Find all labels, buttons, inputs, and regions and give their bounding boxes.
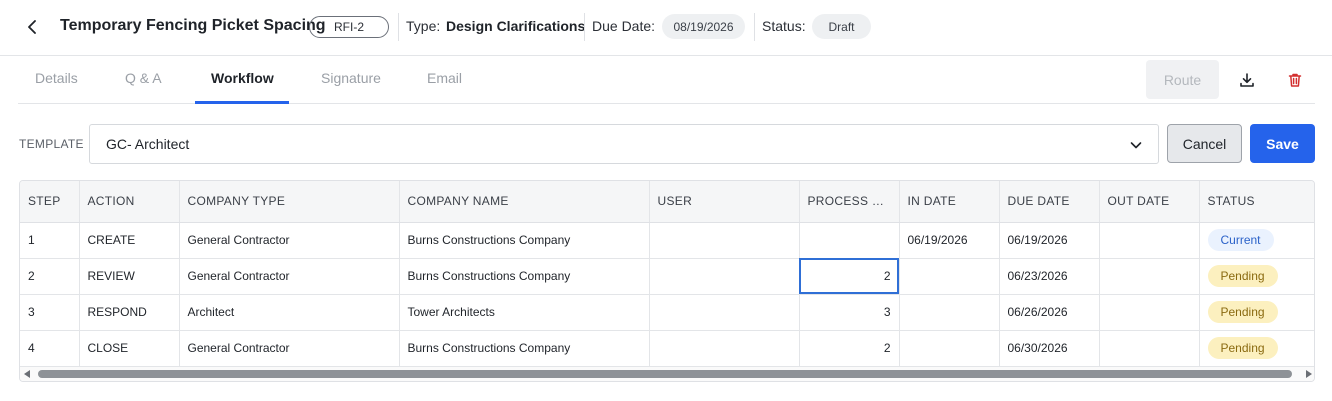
- cell-company-name[interactable]: Burns Constructions Company: [399, 222, 650, 259]
- column-header-due-date[interactable]: DUE DATE: [999, 181, 1100, 223]
- cell-out-date: [1099, 294, 1200, 331]
- table-row[interactable]: 3 RESPOND Architect Tower Architects 3 0…: [20, 294, 1314, 331]
- cell-out-date: [1099, 222, 1200, 259]
- cell-due-date: 06/30/2026: [999, 330, 1100, 367]
- status-badge: Pending: [1207, 301, 1278, 323]
- cell-user[interactable]: [649, 330, 800, 367]
- cell-user[interactable]: [649, 294, 800, 331]
- cell-action: REVIEW: [79, 258, 180, 295]
- cell-user[interactable]: [649, 222, 800, 259]
- cell-process-days[interactable]: 2: [799, 258, 900, 295]
- column-header-process-days[interactable]: PROCESS D...: [799, 181, 900, 223]
- cell-in-date: [899, 294, 1000, 331]
- cell-step: 1: [20, 222, 80, 259]
- cell-status: Pending: [1199, 258, 1314, 295]
- trash-icon: [1288, 73, 1302, 87]
- table-row[interactable]: 1 CREATE General Contractor Burns Constr…: [20, 222, 1314, 259]
- cell-company-name[interactable]: Burns Constructions Company: [399, 258, 650, 295]
- cell-company-type[interactable]: General Contractor: [179, 222, 400, 259]
- tab-signature[interactable]: Signature: [321, 70, 381, 86]
- download-button[interactable]: [1235, 68, 1259, 92]
- type-label: Type:: [406, 18, 441, 34]
- cell-company-name[interactable]: Tower Architects: [399, 294, 650, 331]
- column-header-status[interactable]: STATUS: [1199, 181, 1314, 223]
- page-title: Temporary Fencing Picket Spacing: [60, 17, 326, 34]
- tab-workflow[interactable]: Workflow: [211, 70, 274, 86]
- save-button[interactable]: Save: [1250, 124, 1315, 163]
- cell-status: Current: [1199, 222, 1314, 259]
- scroll-right-arrow-icon[interactable]: [1306, 370, 1312, 378]
- rfi-number-badge: RFI-2: [309, 16, 389, 38]
- status-chip: Draft: [812, 14, 871, 39]
- type-value: Design Clarifications: [446, 18, 586, 34]
- cancel-button[interactable]: Cancel: [1167, 124, 1242, 163]
- cell-action: RESPOND: [79, 294, 180, 331]
- scroll-left-arrow-icon[interactable]: [24, 370, 30, 378]
- delete-button[interactable]: [1283, 68, 1307, 92]
- header-divider: [398, 13, 399, 41]
- tab-details[interactable]: Details: [35, 70, 78, 86]
- scrollbar-thumb[interactable]: [38, 370, 1292, 378]
- status-badge: Pending: [1207, 265, 1278, 287]
- cell-in-date: [899, 258, 1000, 295]
- template-label: TEMPLATE: [19, 137, 84, 151]
- column-header-user[interactable]: USER: [649, 181, 800, 223]
- route-button[interactable]: Route: [1146, 60, 1219, 99]
- cell-status: Pending: [1199, 294, 1314, 331]
- due-date-chip: 08/19/2026: [662, 14, 745, 39]
- cell-step: 3: [20, 294, 80, 331]
- download-icon: [1240, 73, 1254, 87]
- column-header-out-date[interactable]: OUT DATE: [1099, 181, 1200, 223]
- column-header-company-type[interactable]: COMPANY TYPE: [179, 181, 400, 223]
- cell-due-date: 06/23/2026: [999, 258, 1100, 295]
- template-value: GC- Architect: [106, 136, 190, 152]
- cell-due-date: 06/26/2026: [999, 294, 1100, 331]
- column-header-company-name[interactable]: COMPANY NAME: [399, 181, 650, 223]
- cell-process-days[interactable]: 3: [799, 294, 900, 331]
- cell-company-name[interactable]: Burns Constructions Company: [399, 330, 650, 367]
- cell-process-days[interactable]: [799, 222, 900, 259]
- cell-out-date: [1099, 330, 1200, 367]
- due-date-label: Due Date:: [592, 18, 656, 34]
- cell-in-date: 06/19/2026: [899, 222, 1000, 259]
- active-tab-indicator: [195, 101, 289, 104]
- workflow-table: STEP ACTION COMPANY TYPE COMPANY NAME US…: [19, 180, 1315, 382]
- page-header: Temporary Fencing Picket Spacing RFI-2 T…: [0, 0, 1332, 56]
- cell-action: CREATE: [79, 222, 180, 259]
- cell-action: CLOSE: [79, 330, 180, 367]
- status-badge: Pending: [1207, 337, 1278, 359]
- tab-q-and-a[interactable]: Q & A: [125, 70, 162, 86]
- status-badge: Current: [1207, 229, 1274, 251]
- back-button[interactable]: [22, 16, 44, 38]
- cell-due-date: 06/19/2026: [999, 222, 1100, 259]
- cell-company-type[interactable]: Architect: [179, 294, 400, 331]
- cell-company-type[interactable]: General Contractor: [179, 258, 400, 295]
- status-label: Status:: [762, 18, 806, 34]
- cell-status: Pending: [1199, 330, 1314, 367]
- column-header-step[interactable]: STEP: [20, 181, 80, 223]
- table-header-row: STEP ACTION COMPANY TYPE COMPANY NAME US…: [20, 181, 1314, 223]
- tab-email[interactable]: Email: [427, 70, 462, 86]
- cell-company-type[interactable]: General Contractor: [179, 330, 400, 367]
- header-divider: [584, 13, 585, 41]
- cell-out-date: [1099, 258, 1200, 295]
- header-divider: [754, 13, 755, 41]
- tab-bar: Details Q & A Workflow Signature Email: [18, 56, 1315, 104]
- cell-user[interactable]: [649, 258, 800, 295]
- cell-process-days[interactable]: 2: [799, 330, 900, 367]
- table-row[interactable]: 2 REVIEW General Contractor Burns Constr…: [20, 258, 1314, 295]
- chevron-left-icon: [28, 20, 36, 34]
- cell-step: 4: [20, 330, 80, 367]
- chevron-down-icon: [1130, 142, 1142, 149]
- column-header-action[interactable]: ACTION: [79, 181, 180, 223]
- horizontal-scrollbar[interactable]: [20, 367, 1314, 381]
- cell-step: 2: [20, 258, 80, 295]
- template-select[interactable]: GC- Architect: [89, 124, 1159, 164]
- table-row[interactable]: 4 CLOSE General Contractor Burns Constru…: [20, 330, 1314, 367]
- column-header-in-date[interactable]: IN DATE: [899, 181, 1000, 223]
- cell-in-date: [899, 330, 1000, 367]
